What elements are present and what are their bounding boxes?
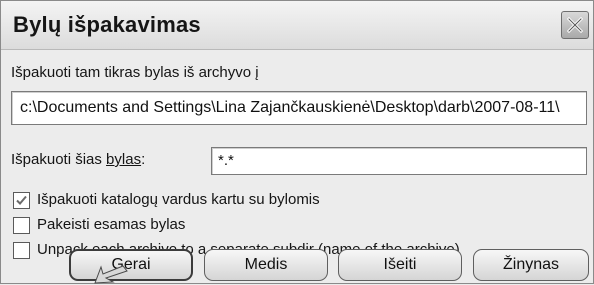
files-mask-label: Išpakuoti šias bylas: bbox=[11, 151, 146, 168]
extract-dirs-label[interactable]: Išpakuoti katalogų vardus kartu su bylom… bbox=[37, 191, 320, 208]
overwrite-files-label[interactable]: Pakeisti esamas bylas bbox=[37, 216, 185, 233]
exit-button[interactable]: Išeiti bbox=[338, 249, 462, 281]
mouse-pointer-icon bbox=[94, 265, 128, 284]
extract-dialog: Bylų išpakavimas Išpakuoti tam tikras by… bbox=[0, 0, 594, 284]
title-bar[interactable]: Bylų išpakavimas bbox=[1, 1, 593, 50]
separate-subdir-checkbox[interactable] bbox=[13, 242, 30, 259]
extract-to-label: Išpakuoti tam tikras bylas iš archyvo į bbox=[11, 64, 259, 81]
help-button[interactable]: Žinynas bbox=[473, 249, 589, 281]
checkmark-icon bbox=[16, 195, 27, 205]
destination-path-input[interactable]: c:\Documents and Settings\Lina Zajančkau… bbox=[11, 91, 587, 125]
destination-path-value: c:\Documents and Settings\Lina Zajančkau… bbox=[20, 99, 560, 116]
dialog-title: Bylų išpakavimas bbox=[13, 12, 201, 37]
overwrite-files-checkbox[interactable] bbox=[13, 217, 30, 234]
tree-button[interactable]: Medis bbox=[204, 249, 328, 281]
extract-dirs-checkbox[interactable] bbox=[13, 192, 30, 209]
files-mask-input[interactable]: *.* bbox=[211, 147, 587, 175]
files-mask-value: *.* bbox=[218, 152, 234, 169]
close-icon bbox=[566, 16, 584, 34]
close-button[interactable] bbox=[561, 11, 589, 39]
